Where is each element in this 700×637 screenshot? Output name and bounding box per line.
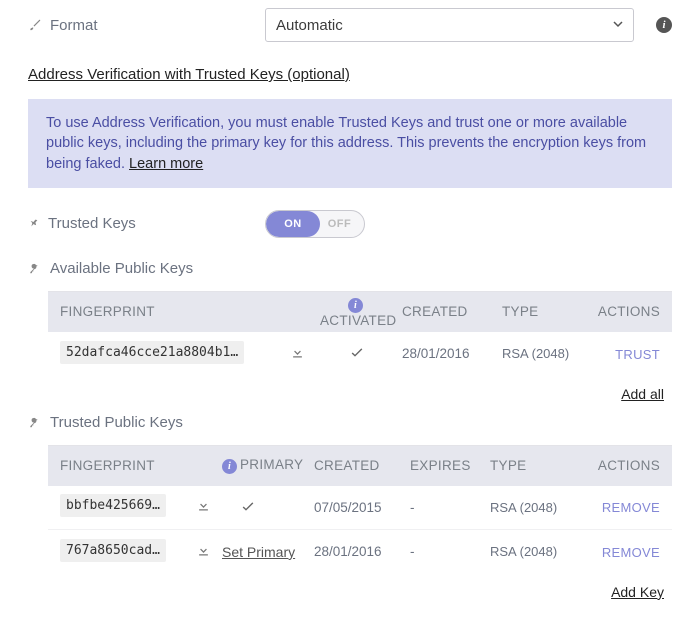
add-all-link[interactable]: Add all	[621, 386, 664, 402]
available-footer: Add all	[28, 376, 672, 406]
download-icon[interactable]	[290, 347, 305, 363]
col-primary: iPRIMARY	[218, 457, 310, 474]
toggle-off: OFF	[315, 218, 364, 230]
col-type: TYPE	[486, 458, 572, 473]
info-icon[interactable]: i	[222, 459, 237, 474]
learn-more-link[interactable]: Learn more	[129, 156, 203, 172]
pin-icon	[28, 218, 40, 230]
info-icon[interactable]: i	[656, 17, 672, 33]
trusted-keys-heading-wrap: Trusted Public Keys	[28, 414, 672, 431]
trusted-keys-heading: Trusted Public Keys	[50, 414, 183, 431]
check-icon	[349, 347, 365, 363]
col-fingerprint: FINGERPRINT	[56, 304, 286, 319]
info-icon[interactable]: i	[348, 298, 363, 313]
trusted-keys-table: FINGERPRINT iPRIMARY CREATED EXPIRES TYP…	[48, 445, 672, 574]
format-select[interactable]: Automatic	[265, 8, 634, 42]
format-selected: Automatic	[276, 17, 343, 34]
col-expires: EXPIRES	[406, 458, 486, 473]
trust-button[interactable]: TRUST	[615, 347, 660, 362]
trusted-keys-label-wrap: Trusted Keys	[28, 215, 253, 232]
add-key-link[interactable]: Add Key	[611, 584, 664, 600]
created-value: 28/01/2016	[310, 544, 406, 559]
table-row: 52dafca46cce21a8804b1… 28/01/2016 RSA (2…	[48, 332, 672, 376]
created-value: 07/05/2015	[310, 500, 406, 515]
col-type: TYPE	[498, 304, 588, 319]
col-actions: ACTIONS	[572, 458, 664, 473]
remove-button[interactable]: REMOVE	[602, 545, 660, 560]
type-value: RSA (2048)	[486, 544, 572, 559]
table-head: FINGERPRINT iACTIVATED CREATED TYPE ACTI…	[48, 292, 672, 332]
available-keys-heading: Available Public Keys	[50, 260, 193, 277]
fingerprint-value: bbfbe425669…	[60, 494, 166, 517]
type-value: RSA (2048)	[498, 346, 588, 361]
col-fingerprint: FINGERPRINT	[56, 458, 192, 473]
table-row: 767a8650cad… Set Primary 28/01/2016 - RS…	[48, 530, 672, 574]
table-row: bbfbe425669… 07/05/2015 - RSA (2048) REM…	[48, 486, 672, 530]
col-activated: iACTIVATED	[316, 296, 398, 328]
table-head: FINGERPRINT iPRIMARY CREATED EXPIRES TYP…	[48, 446, 672, 486]
format-label-wrap: Format	[28, 17, 253, 34]
trusted-keys-label: Trusted Keys	[48, 215, 136, 232]
key-icon	[28, 415, 42, 429]
expires-value: -	[406, 500, 486, 515]
key-icon	[28, 261, 42, 275]
toggle-on: ON	[266, 211, 320, 237]
trusted-footer: Add Key	[28, 574, 672, 604]
expires-value: -	[406, 544, 486, 559]
type-value: RSA (2048)	[486, 500, 572, 515]
address-verification-heading[interactable]: Address Verification with Trusted Keys (…	[28, 66, 350, 83]
fingerprint-value: 52dafca46cce21a8804b1…	[60, 341, 244, 364]
download-icon[interactable]	[196, 545, 211, 561]
col-actions: ACTIONS	[588, 304, 664, 319]
set-primary-link[interactable]: Set Primary	[222, 544, 295, 560]
alert-box: To use Address Verification, you must en…	[28, 99, 672, 188]
col-created: CREATED	[310, 458, 406, 473]
col-created: CREATED	[398, 304, 498, 319]
format-label: Format	[50, 17, 98, 34]
brush-icon	[28, 18, 42, 32]
created-value: 28/01/2016	[398, 346, 498, 361]
chevron-down-icon	[613, 18, 623, 32]
download-icon[interactable]	[196, 500, 211, 516]
check-icon	[222, 498, 256, 517]
trusted-keys-row: Trusted Keys ON OFF	[28, 210, 672, 238]
fingerprint-value: 767a8650cad…	[60, 539, 166, 562]
available-keys-table: FINGERPRINT iACTIVATED CREATED TYPE ACTI…	[48, 291, 672, 376]
remove-button[interactable]: REMOVE	[602, 500, 660, 515]
trusted-keys-toggle[interactable]: ON OFF	[265, 210, 365, 238]
format-row: Format Automatic i	[28, 8, 672, 42]
available-keys-heading-wrap: Available Public Keys	[28, 260, 672, 277]
